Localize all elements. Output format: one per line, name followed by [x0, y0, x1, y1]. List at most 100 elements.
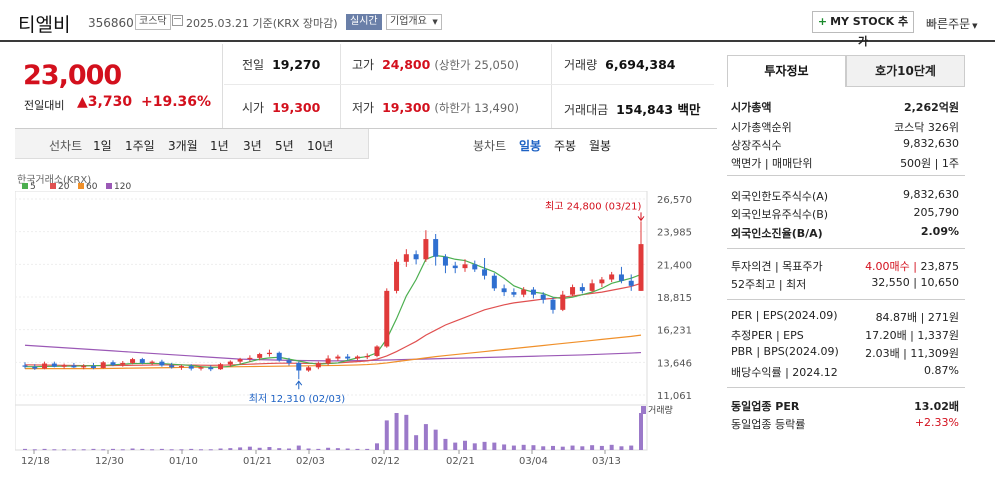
- candle-body: [521, 289, 527, 295]
- info-row: PBR | BPS(2024.09) 2.03배 | 11,309원: [731, 343, 963, 361]
- info-panel: 투자정보 호가10단계 시가총액 2,262억원 시가총액순위 코스닥 326위 상장주…: [727, 55, 965, 445]
- period-3m[interactable]: 3개월: [168, 137, 198, 154]
- period-1w[interactable]: 1주일: [125, 137, 155, 154]
- candle-chart-label: 봉차트: [473, 139, 507, 153]
- candle-body: [394, 261, 400, 291]
- x-tick-label: 02/03: [296, 456, 325, 467]
- period-1d[interactable]: 1일: [93, 137, 112, 154]
- info-value: 4.00매수 | 23,875: [865, 260, 959, 273]
- info-row: 동일업종 PER 13.02배: [731, 396, 963, 414]
- period-3y[interactable]: 3년: [243, 137, 262, 154]
- candle-options: 봉차트 일봉 주봉 월봉: [368, 129, 717, 159]
- candle-body: [374, 346, 380, 356]
- mystock-add-button[interactable]: + MY STOCK 추가: [812, 11, 914, 48]
- info-key: 52주최고 | 최저: [731, 278, 807, 291]
- company-name: 티엘비: [18, 14, 71, 36]
- info-key: 동일업종 PER: [731, 400, 800, 413]
- candle-body: [628, 280, 634, 286]
- info-row: 52주최고 | 최저 32,550 | 10,650: [731, 274, 963, 292]
- stat-value: 19,300: [272, 100, 321, 115]
- volume-bar: [42, 448, 47, 450]
- candle-body: [442, 256, 448, 266]
- company-info-dropdown[interactable]: 기업개요 ▼: [386, 14, 442, 30]
- candle-body: [218, 364, 224, 370]
- low-annotation: 최저 12,310 (02/03): [249, 393, 345, 405]
- candle-body: [247, 357, 253, 360]
- info-row: 액면가 | 매매단위 500원 | 1주: [731, 153, 963, 171]
- period-bar: 선차트 1일 1주일 3개월 1년 3년 5년 10년 봉차트 일봉 주봉 월봉: [15, 129, 717, 159]
- change-value: ▲3,730: [77, 94, 132, 110]
- volume-bar: [492, 442, 497, 450]
- candle-body: [198, 367, 204, 369]
- info-row: 상장주식수 9,832,630: [731, 135, 963, 153]
- legend-swatch: [106, 183, 112, 189]
- tab-invest-info[interactable]: 투자정보: [727, 55, 846, 87]
- stat-low: 저가 19,300 (하한가 13,490): [352, 99, 519, 116]
- info-value: 84.87배 | 271원: [875, 311, 959, 324]
- candlestick-chart[interactable]: 26,570 23,985 21,400 18,815 16,231 13,646 11,0…: [15, 191, 717, 486]
- x-tick-label: 02/21: [446, 456, 475, 467]
- info-key: 배당수익률 | 2024.12: [731, 366, 838, 379]
- stat-label: 거래량: [564, 58, 598, 72]
- quick-order-button[interactable]: 빠른주문 ▼: [926, 15, 978, 32]
- info-row: 외국인소진율(B/A) 2.09%: [731, 223, 963, 241]
- info-row: 추정PER | EPS 17.20배 | 1,337원: [731, 325, 963, 343]
- volume-bar: [267, 447, 272, 450]
- divider: [551, 44, 552, 128]
- x-tick-label: 01/21: [243, 456, 272, 467]
- candle-body: [227, 361, 233, 365]
- candle-body: [315, 363, 321, 368]
- volume-bar: [62, 449, 67, 451]
- tab-orderbook[interactable]: 호가10단계: [846, 55, 965, 87]
- current-price: 23,000: [23, 60, 122, 91]
- stat-label: 저가: [352, 101, 375, 115]
- candle-body: [286, 360, 292, 363]
- volume-bar: [218, 448, 223, 450]
- volume-bar: [551, 445, 555, 450]
- info-value-red: 4.00매수 |: [865, 260, 921, 273]
- volume-bar: [580, 446, 585, 450]
- info-value: 13.02배: [914, 400, 959, 413]
- period-10y[interactable]: 10년: [307, 137, 333, 154]
- volume-bar: [365, 448, 370, 450]
- stat-sub: (상한가 25,050): [434, 58, 519, 72]
- candle-monthly[interactable]: 월봉: [589, 137, 611, 154]
- volume-bar: [91, 448, 96, 450]
- candle-body: [550, 299, 556, 310]
- high-annotation: 최고 24,800 (03/21): [545, 200, 641, 212]
- volume-bar: [71, 449, 76, 451]
- volume-bar: [482, 441, 487, 450]
- volume-bar: [355, 448, 360, 450]
- volume-bar: [101, 449, 106, 451]
- info-key: 상장주식수: [731, 139, 782, 152]
- x-tick-label: 03/13: [592, 456, 621, 467]
- volume-bar: [296, 445, 301, 450]
- volume-bar: [208, 449, 213, 451]
- info-row: 배당수익률 | 2024.12 0.87%: [731, 362, 963, 380]
- period-5y[interactable]: 5년: [275, 137, 294, 154]
- volume-bar: [32, 449, 37, 451]
- volume-bar: [247, 446, 252, 450]
- info-key: 동일업종 등락률: [731, 418, 806, 431]
- realtime-button[interactable]: 실시간: [346, 14, 382, 30]
- x-tick-label: 03/04: [519, 456, 548, 467]
- candle-weekly[interactable]: 주봉: [554, 137, 576, 154]
- info-value: 9,832,630: [903, 137, 959, 150]
- candle-body: [139, 359, 145, 363]
- chevron-down-icon: ▼: [432, 18, 438, 26]
- candle-body: [491, 275, 497, 289]
- volume-bar: [570, 445, 575, 450]
- candle-daily[interactable]: 일봉: [519, 137, 541, 154]
- divider: [224, 84, 714, 85]
- info-value: 2.09%: [920, 225, 959, 238]
- x-tick-label: 01/10: [169, 456, 198, 467]
- x-tick-label: 12/18: [21, 456, 50, 467]
- info-key: 액면가 | 매매단위: [731, 157, 813, 170]
- y-tick-label: 18,815: [657, 293, 692, 304]
- stat-high: 고가 24,800 (상한가 25,050): [352, 56, 519, 73]
- y-tick-label: 26,570: [657, 195, 692, 206]
- change-percent: +19.36%: [141, 94, 212, 110]
- period-1y[interactable]: 1년: [210, 137, 229, 154]
- stat-value: 19,270: [272, 57, 321, 72]
- mystock-label: MY STOCK 추가: [830, 15, 909, 48]
